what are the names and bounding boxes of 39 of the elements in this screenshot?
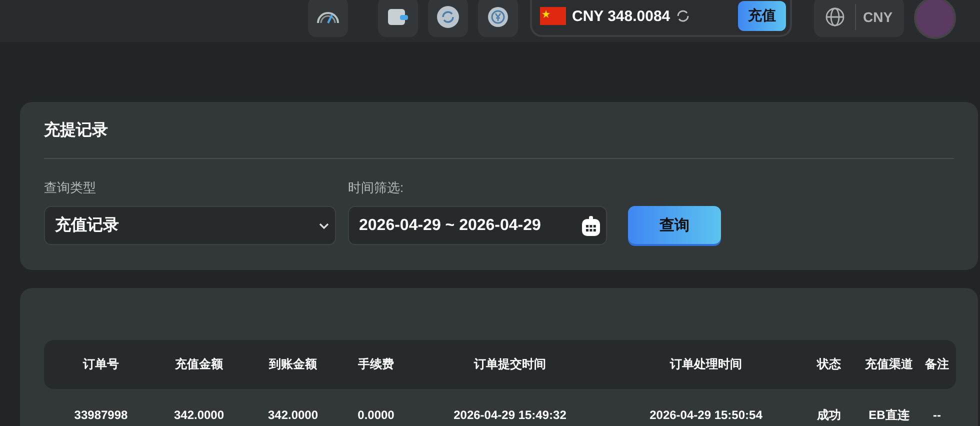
column-header: 备注 — [918, 340, 956, 389]
wallet-icon — [388, 8, 408, 24]
table-cell-text: 成功 — [816, 406, 842, 424]
column-header: 订单号 — [44, 340, 158, 389]
currency-selector[interactable]: CNY — [814, 0, 904, 37]
column-header: 状态 — [798, 340, 860, 389]
flag-icon — [540, 7, 566, 25]
column-header: 订单处理时间 — [614, 340, 798, 389]
yen-cycle-button[interactable] — [478, 0, 518, 36]
card-title: 充提记录 — [44, 102, 954, 159]
column-header: 充值渠道 — [860, 340, 918, 389]
refresh-icon[interactable] — [676, 9, 690, 23]
column-header: 到账金额 — [240, 340, 346, 389]
table-cell-text: EB直连 — [868, 406, 910, 424]
refresh-button[interactable] — [428, 0, 468, 36]
date-range-field[interactable]: 2026-04-29 ~ 2026-04-29 — [348, 206, 607, 245]
column-header: 订单提交时间 — [406, 340, 614, 389]
recharge-button[interactable]: 充值 — [738, 1, 786, 31]
column-header: 充值金额 — [158, 340, 240, 389]
query-type-dropdown[interactable]: 充值记录 — [44, 206, 336, 245]
table-cell-text: 0.0000 — [356, 407, 396, 424]
field-label: 查询类型 — [44, 179, 97, 197]
table-cell-text: 342.0000 — [172, 407, 226, 424]
chevron-down-icon — [319, 222, 329, 228]
table-cell-text: 33987998 — [73, 407, 129, 424]
table-cell-text: 2026-04-29 15:50:54 — [648, 407, 764, 424]
table-cell-text: 342.0000 — [266, 407, 320, 424]
search-button[interactable]: 查询 — [628, 206, 721, 244]
field-label: 时间筛选: — [348, 179, 405, 197]
speedometer-button[interactable] — [308, 0, 348, 36]
calendar-icon — [582, 216, 600, 236]
refresh-icon — [437, 6, 459, 28]
table-cell-text: -- — [932, 407, 942, 424]
column-header: 手续费 — [346, 340, 406, 389]
table-cell-text: 2026-04-29 15:49:32 — [452, 407, 568, 424]
wallet-button[interactable] — [378, 0, 418, 36]
yen-cycle-icon — [487, 6, 509, 28]
balance-amount: CNY 348.0084 — [572, 8, 670, 24]
globe-icon — [825, 7, 845, 27]
